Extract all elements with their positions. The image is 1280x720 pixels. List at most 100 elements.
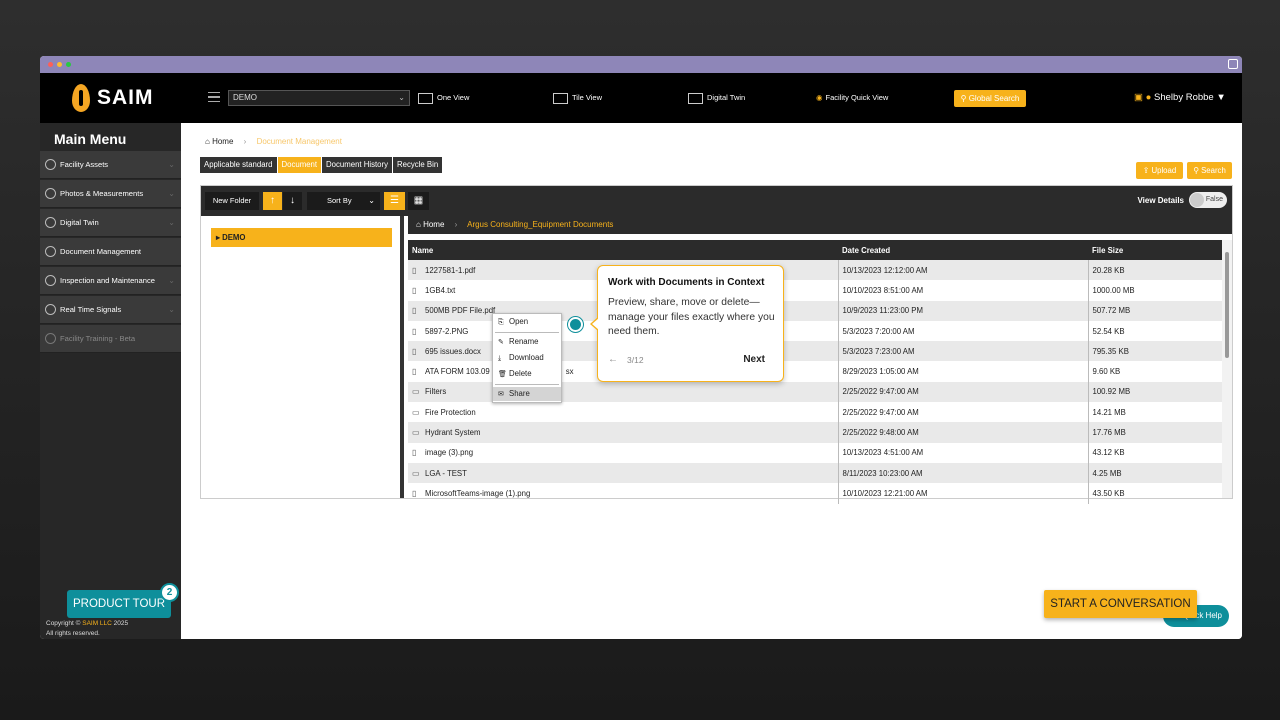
sidebar-item-real-time-signals[interactable]: Real Time Signals ⌄ (40, 296, 181, 324)
search-button[interactable]: ⚲ Search (1187, 162, 1232, 179)
table-row[interactable]: ▭ Hydrant System 2/25/2022 9:48:00 AM 17.… (408, 422, 1222, 443)
file-list-scrollbar[interactable] (1222, 240, 1232, 498)
date-cell: 10/13/2023 4:51:00 AM (838, 442, 1089, 463)
digital-twin-button[interactable]: Digital Twin (688, 90, 745, 106)
sort-by-select[interactable]: Sort By ⌄ (307, 192, 380, 210)
caret-down-icon: ▼ (1216, 92, 1226, 103)
date-cell: 5/3/2023 7:20:00 AM (838, 320, 1089, 342)
scrollbar-thumb[interactable] (1225, 252, 1229, 358)
sort-by-label: Sort By (327, 196, 352, 205)
fullscreen-icon[interactable] (1228, 59, 1238, 69)
context-menu-share[interactable]: ✉ Share (493, 387, 561, 401)
view-details-toggle[interactable]: False (1189, 192, 1227, 208)
user-menu[interactable]: ▣ ● Shelby Robbe ▼ (1134, 92, 1226, 103)
saim-logo[interactable]: SAIM (70, 83, 160, 113)
tab-recycle-bin[interactable]: Recycle Bin (393, 157, 443, 173)
minimize-window-dot[interactable] (57, 62, 62, 67)
column-header-date[interactable]: Date Created (838, 240, 1088, 260)
date-cell: 10/13/2023 12:12:00 AM (838, 260, 1089, 281)
file-icon: ▯ (412, 326, 417, 336)
tour-back-button[interactable]: ← (608, 354, 618, 365)
table-row[interactable]: ▭ LGA - TEST 8/11/2023 10:23:00 AM 4.25 M… (408, 462, 1222, 484)
site-select[interactable]: DEMO ⌄ (228, 90, 410, 106)
sidebar-item-facility-assets[interactable]: Facility Assets ⌄ (40, 151, 181, 179)
tour-step-counter: 3/12 (627, 355, 644, 365)
sidebar-item-photos-measurements[interactable]: Photos & Measurements ⌄ (40, 180, 181, 208)
file-breadcrumb-home[interactable]: Home (423, 220, 444, 229)
date-cell: 2/25/2022 9:47:00 AM (838, 402, 1089, 423)
home-icon[interactable]: ⌂ (416, 220, 421, 229)
notification-icon[interactable]: ▣ (1134, 92, 1143, 103)
table-row[interactable]: ▯ MicrosoftTeams-image (1).png 10/10/2023… (408, 483, 1222, 504)
context-download-label: Download (509, 353, 544, 362)
context-menu-delete[interactable]: 🗑 Delete (493, 367, 561, 381)
context-share-label: Share (509, 389, 530, 398)
tab-document-history[interactable]: Document History (322, 157, 393, 173)
tree-item-demo[interactable]: ▸ DEMO (211, 228, 392, 247)
tour-next-button[interactable]: Next (743, 354, 765, 365)
one-view-button[interactable]: One View (418, 90, 469, 106)
context-menu-rename[interactable]: ✎ Rename (493, 335, 561, 349)
date-cell: 10/10/2023 8:51:00 AM (838, 280, 1089, 301)
file-name-cell: ▭ Hydrant System (408, 422, 839, 443)
folder-icon: ▭ (412, 387, 420, 397)
file-name: Fire Protection (425, 407, 476, 417)
facility-quick-view-button[interactable]: ◉ Facility Quick View (816, 90, 888, 106)
file-name: 500MB PDF File.pdf (425, 306, 496, 316)
maximize-window-dot[interactable] (66, 62, 71, 67)
breadcrumb-separator: › (454, 220, 458, 229)
open-icon: ⎘ (498, 319, 504, 326)
copyright: Copyright © SAIM LLC 2025 All rights res… (46, 619, 128, 639)
date-cell: 10/9/2023 11:23:00 PM (838, 300, 1089, 321)
tour-popup-body: Preview, share, move or delete—manage yo… (608, 297, 775, 337)
one-view-label: One View (437, 93, 470, 102)
table-row[interactable]: ▯ 1GB4.txt 10/10/2023 8:51:00 AM 1000.00 … (408, 280, 1222, 301)
size-cell: 9.60 KB (1092, 367, 1121, 377)
folder-tree: ▸ DEMO (201, 216, 404, 498)
digital-twin-label: Digital Twin (707, 93, 746, 102)
breadcrumb-home[interactable]: Home (212, 137, 233, 146)
file-name: image (3).png (425, 448, 474, 458)
tab-applicable-standard[interactable]: Applicable standard (200, 157, 277, 173)
list-view-button[interactable]: ☰ (384, 192, 405, 210)
sort-ascending-button[interactable]: ↑ (263, 192, 282, 210)
product-tour-button[interactable]: PRODUCT TOUR (67, 590, 171, 618)
sidebar-item-inspection-maintenance[interactable]: Inspection and Maintenance ⌄ (40, 267, 181, 295)
table-row[interactable]: ▭ Fire Protection 2/25/2022 9:47:00 AM 14… (408, 402, 1222, 423)
pencil-icon: ✎ (498, 339, 504, 346)
column-header-name[interactable]: Name (408, 240, 838, 260)
grid-view-button[interactable]: ▦ (408, 192, 429, 210)
sort-descending-button[interactable]: ↓ (283, 192, 302, 210)
upload-button[interactable]: ⇪ Upload (1136, 162, 1183, 179)
context-menu-download[interactable]: ⤓ Download (493, 351, 561, 365)
size-cell: 507.72 MB (1088, 300, 1222, 321)
table-row[interactable]: ▯ image (3).png 10/13/2023 4:51:00 AM 43.… (408, 442, 1222, 463)
envelope-icon: ✉ (498, 391, 504, 398)
new-folder-button[interactable]: New Folder (205, 192, 259, 210)
file-name-tail: sx (565, 367, 574, 377)
file-name: LGA - TEST (425, 468, 467, 478)
date-cell: 2/25/2022 9:47:00 AM (838, 381, 1089, 403)
start-conversation-button[interactable]: START A CONVERSATION (1044, 590, 1197, 618)
tour-hotspot[interactable] (568, 317, 583, 332)
chevron-down-icon: ⌄ (168, 160, 175, 169)
sidebar-item-facility-training[interactable]: Facility Training - Beta (40, 325, 181, 353)
table-row[interactable]: ▯ 1227581-1.pdf 10/13/2023 12:12:00 AM 20… (408, 260, 1222, 281)
global-search-button[interactable]: ⚲ Global Search (954, 90, 1026, 107)
copyright-org-link[interactable]: SAIM LLC (82, 620, 112, 627)
home-icon[interactable]: ⌂ (205, 137, 210, 146)
sidebar-item-digital-twin[interactable]: Digital Twin ⌄ (40, 209, 181, 237)
context-menu-open[interactable]: ⎘ Open (493, 315, 561, 329)
sidebar-item-document-management[interactable]: Document Management (40, 238, 181, 266)
inspection-icon (45, 275, 56, 286)
tab-document[interactable]: Document (277, 157, 322, 173)
column-header-size[interactable]: File Size (1088, 240, 1222, 260)
digital-twin-icon (45, 217, 56, 228)
file-breadcrumb-current[interactable]: Argus Consulting_Equipment Documents (467, 220, 613, 229)
tile-view-button[interactable]: Tile View (553, 90, 602, 106)
close-window-dot[interactable] (48, 62, 53, 67)
facility-quick-view-label: Facility Quick View (825, 93, 889, 102)
hamburger-menu-icon[interactable] (208, 92, 220, 102)
sidebar-item-label: Document Management (60, 247, 142, 256)
file-name: 1GB4.txt (425, 285, 456, 295)
